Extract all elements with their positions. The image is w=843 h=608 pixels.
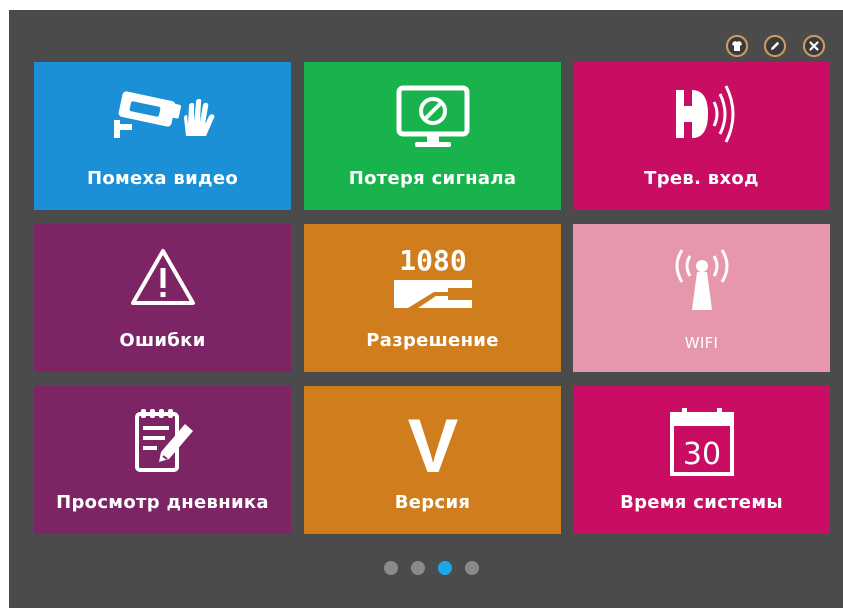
wifi-antenna-icon xyxy=(675,249,728,310)
tile-label: Ошибки xyxy=(119,330,206,351)
tile-errors[interactable]: Ошибки xyxy=(34,224,291,372)
close-icon xyxy=(805,37,823,55)
page-dot-2[interactable] xyxy=(411,561,425,575)
shirt-icon xyxy=(728,37,746,55)
page-dot-1[interactable] xyxy=(384,561,398,575)
tile-system-time[interactable]: 30 Время системы xyxy=(573,386,830,534)
tile-label: Потеря сигнала xyxy=(348,168,517,189)
tile-log-view[interactable]: Просмотр дневника xyxy=(34,386,291,534)
version-icon: V xyxy=(407,404,458,476)
tile-label: Версия xyxy=(394,492,471,513)
tile-alarm-input[interactable]: Трев. вход xyxy=(573,62,830,210)
page-dot-4[interactable] xyxy=(465,561,479,575)
camera-block-icon xyxy=(113,91,214,138)
tile-label: Просмотр дневника xyxy=(56,492,269,513)
tile-label: Трев. вход xyxy=(644,168,759,189)
tile-label: Разрешение xyxy=(366,330,499,351)
tile-version[interactable]: V Версия xyxy=(304,386,561,534)
tile-label: Время системы xyxy=(620,492,783,513)
tile-video-interference[interactable]: Помеха видео xyxy=(34,62,291,210)
tile-label: Помеха видео xyxy=(86,168,239,189)
pencil-icon xyxy=(766,37,784,55)
theme-button[interactable] xyxy=(726,35,748,57)
tile-wifi[interactable]: WIFI xyxy=(573,224,830,372)
resolution-icon: 1080 xyxy=(393,244,472,308)
edit-button[interactable] xyxy=(764,35,786,57)
close-button[interactable] xyxy=(803,35,825,57)
tile-resolution[interactable]: 1080 Разрешение xyxy=(304,224,561,372)
tile-signal-loss[interactable]: Потеря сигнала xyxy=(304,62,561,210)
calendar-icon-text: 30 xyxy=(682,437,720,472)
tile-label: WIFI xyxy=(684,334,719,352)
page-dot-3-active[interactable] xyxy=(438,561,452,575)
warning-icon xyxy=(130,249,195,305)
alarm-input-icon xyxy=(675,85,734,143)
log-notepad-icon xyxy=(134,409,193,472)
calendar-icon: 30 xyxy=(669,408,734,476)
monitor-no-signal-icon xyxy=(396,85,469,147)
resolution-icon-text: 1080 xyxy=(399,244,466,277)
version-icon-text: V xyxy=(407,404,458,476)
